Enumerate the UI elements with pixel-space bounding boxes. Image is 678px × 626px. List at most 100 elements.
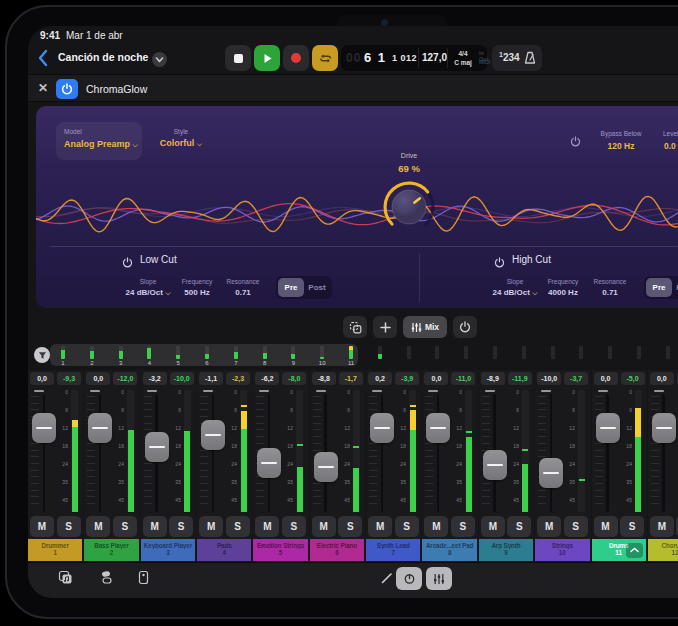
overview-channel-meter[interactable] bbox=[320, 346, 324, 359]
track-name-cell[interactable]: Drums 11 bbox=[592, 539, 646, 561]
copy-button[interactable] bbox=[343, 316, 367, 338]
pan-indicator[interactable] bbox=[90, 390, 100, 392]
fader-handle[interactable] bbox=[483, 450, 507, 480]
pan-indicator[interactable] bbox=[34, 390, 44, 392]
track-name-cell[interactable]: Chorus V 12 bbox=[648, 539, 678, 561]
track-name-cell[interactable]: Strings 10 bbox=[535, 539, 589, 561]
mute-button[interactable]: M bbox=[537, 516, 561, 537]
overview-channel-meter[interactable] bbox=[464, 346, 468, 359]
highcut-power-icon[interactable] bbox=[494, 254, 505, 272]
fader-track[interactable] bbox=[662, 394, 665, 512]
overview-channel-meter[interactable] bbox=[349, 346, 353, 359]
fader-handle[interactable] bbox=[201, 420, 225, 450]
solo-button[interactable]: S bbox=[169, 516, 193, 537]
highcut-frequency[interactable]: Frequency 4000 Hz bbox=[542, 278, 584, 297]
pan-indicator[interactable] bbox=[259, 390, 269, 392]
faders-view-button[interactable] bbox=[426, 567, 452, 590]
drive-knob[interactable] bbox=[381, 179, 437, 235]
solo-button[interactable]: S bbox=[338, 516, 362, 537]
solo-button[interactable]: S bbox=[282, 516, 306, 537]
mute-button[interactable]: M bbox=[650, 516, 674, 537]
bypass-power-icon[interactable] bbox=[570, 133, 581, 151]
volume-value[interactable]: 0,0 bbox=[424, 372, 448, 385]
overview-channel-meter[interactable] bbox=[666, 346, 670, 359]
volume-value[interactable]: -10,0 bbox=[537, 372, 561, 385]
solo-button[interactable]: S bbox=[57, 516, 81, 537]
filter-tracks-icon[interactable] bbox=[34, 347, 50, 363]
mute-button[interactable]: M bbox=[255, 516, 279, 537]
pan-indicator[interactable] bbox=[428, 390, 438, 392]
peak-value[interactable]: -11,9 bbox=[508, 372, 532, 385]
mute-button[interactable]: M bbox=[424, 516, 448, 537]
mix-button[interactable]: Mix bbox=[403, 316, 447, 338]
volume-value[interactable]: -6,2 bbox=[255, 372, 279, 385]
mute-button[interactable]: M bbox=[199, 516, 223, 537]
peak-value[interactable]: -11,0 bbox=[451, 372, 475, 385]
pan-indicator[interactable] bbox=[203, 390, 213, 392]
overview-channel-meter[interactable] bbox=[61, 346, 65, 359]
fader-handle[interactable] bbox=[145, 432, 169, 462]
fader-handle[interactable] bbox=[257, 448, 281, 478]
track-name-cell[interactable]: Electric Piano 6 bbox=[310, 539, 364, 561]
overview-channel-meter[interactable] bbox=[493, 346, 497, 359]
pre-button[interactable]: Pre bbox=[278, 278, 304, 297]
fader-track[interactable] bbox=[550, 394, 553, 512]
volume-value[interactable]: 0,2 bbox=[368, 372, 392, 385]
peak-value[interactable]: -3,9 bbox=[395, 372, 419, 385]
volume-value[interactable]: 0,0 bbox=[650, 372, 674, 385]
track-name-cell[interactable]: Synth Lead 7 bbox=[366, 539, 420, 561]
track-name-cell[interactable]: Keyboard Player 3 bbox=[141, 539, 195, 561]
overview-channel-meter[interactable] bbox=[522, 346, 526, 359]
pan-indicator[interactable] bbox=[316, 390, 326, 392]
solo-button[interactable]: S bbox=[113, 516, 137, 537]
fader-handle[interactable] bbox=[596, 413, 620, 443]
fader-track[interactable] bbox=[606, 394, 609, 512]
pre-button[interactable]: Pre bbox=[646, 278, 672, 297]
overview-channel-meter[interactable] bbox=[205, 346, 209, 359]
fader-handle[interactable] bbox=[88, 413, 112, 443]
fader-handle[interactable] bbox=[426, 413, 450, 443]
volume-value[interactable]: 0,0 bbox=[86, 372, 110, 385]
style-dropdown[interactable]: Style Colorful ⌵ bbox=[156, 128, 206, 148]
peak-value[interactable]: -2,3 bbox=[226, 372, 250, 385]
overview-channel-meter[interactable] bbox=[378, 346, 382, 359]
mute-button[interactable]: M bbox=[368, 516, 392, 537]
pan-indicator[interactable] bbox=[541, 390, 551, 392]
track-name-cell[interactable]: Arp Synth 9 bbox=[479, 539, 533, 561]
overview-channel-meter[interactable] bbox=[551, 346, 555, 359]
fader-handle[interactable] bbox=[314, 452, 338, 482]
pan-indicator[interactable] bbox=[147, 390, 157, 392]
peak-value[interactable]: -1,7 bbox=[339, 372, 363, 385]
bypass-below-value[interactable]: 120 Hz bbox=[586, 141, 656, 151]
pan-indicator[interactable] bbox=[598, 390, 608, 392]
add-plugin-button[interactable] bbox=[373, 316, 397, 338]
overview-channel-meter[interactable] bbox=[579, 346, 583, 359]
solo-button[interactable]: S bbox=[507, 516, 531, 537]
solo-button[interactable]: S bbox=[564, 516, 588, 537]
overview-channel-meter[interactable] bbox=[637, 346, 641, 359]
peak-value[interactable]: -12,0 bbox=[113, 372, 137, 385]
mute-button[interactable]: M bbox=[481, 516, 505, 537]
overview-channel-meter[interactable] bbox=[90, 346, 94, 359]
fader-track[interactable] bbox=[437, 394, 440, 512]
track-name-cell[interactable]: Pads 4 bbox=[197, 539, 251, 561]
mute-button[interactable]: M bbox=[86, 516, 110, 537]
track-name-cell[interactable]: Drummer 1 bbox=[28, 539, 82, 561]
track-collapse-chevron[interactable] bbox=[626, 543, 643, 558]
highcut-prepost-toggle[interactable]: Pre Post bbox=[644, 276, 678, 299]
solo-button[interactable]: S bbox=[620, 516, 644, 537]
fader-track[interactable] bbox=[43, 394, 46, 512]
solo-button[interactable]: S bbox=[451, 516, 475, 537]
volume-value[interactable]: 0,0 bbox=[30, 372, 54, 385]
peak-value[interactable]: -10,0 bbox=[170, 372, 194, 385]
highcut-slope[interactable]: Slope 24 dB/Oct ⌵ bbox=[491, 278, 539, 297]
model-dropdown[interactable]: Model Analog Preamp ⌵ bbox=[56, 122, 142, 160]
fader-handle[interactable] bbox=[652, 413, 676, 443]
volume-value[interactable]: -8,8 bbox=[312, 372, 336, 385]
fader-track[interactable] bbox=[212, 394, 215, 512]
overview-channel-meter[interactable] bbox=[147, 346, 151, 359]
fader-handle[interactable] bbox=[370, 413, 394, 443]
close-plugin-icon[interactable]: ✕ bbox=[38, 81, 48, 95]
mixer-power-button[interactable] bbox=[453, 316, 477, 338]
volume-value[interactable]: -3,2 bbox=[143, 372, 167, 385]
